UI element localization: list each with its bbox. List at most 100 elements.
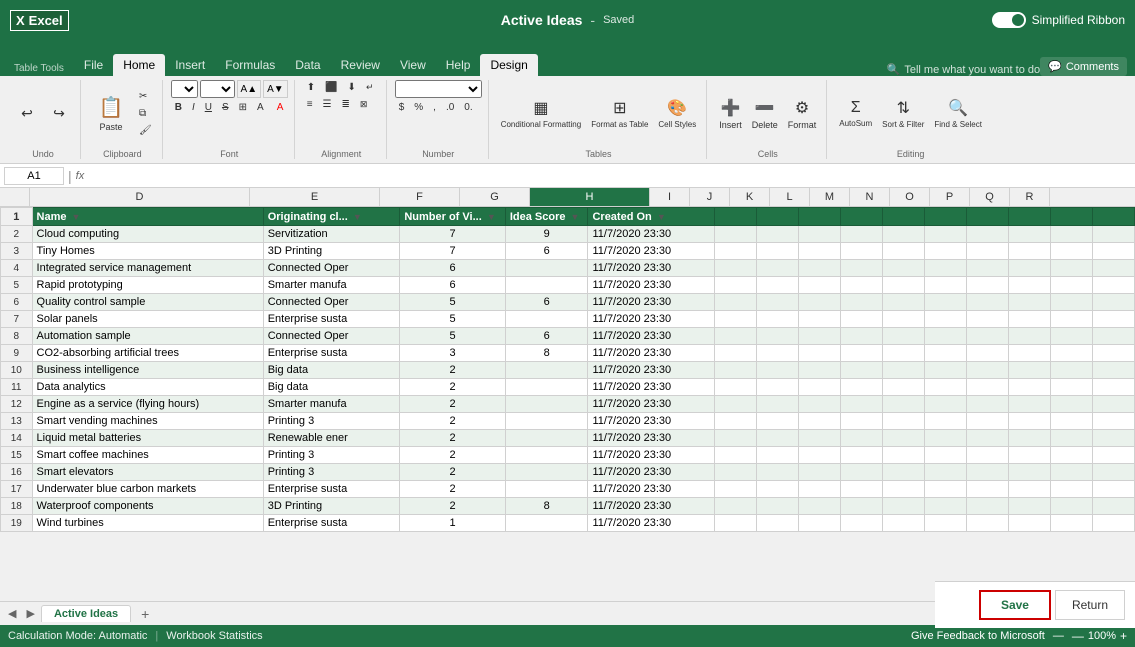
find-select-button[interactable]: 🔍 Find & Select: [930, 96, 986, 131]
cell-n-7[interactable]: [924, 311, 966, 328]
col-header-p[interactable]: P: [930, 188, 970, 206]
cell-originating-8[interactable]: Connected Oper: [263, 328, 400, 345]
cell-j-10[interactable]: [756, 362, 798, 379]
cell-p-10[interactable]: [1008, 362, 1050, 379]
wrap-text-button[interactable]: ↵: [362, 80, 378, 95]
cell-ideascore-14[interactable]: [505, 430, 588, 447]
cell-k-16[interactable]: [798, 464, 840, 481]
copy-button[interactable]: ⧉: [135, 106, 156, 121]
zoom-plus-button[interactable]: +: [1120, 629, 1127, 643]
cell-m-11[interactable]: [882, 379, 924, 396]
cell-originating-17[interactable]: Enterprise susta: [263, 481, 400, 498]
conditional-formatting-button[interactable]: ▦ Conditional Formatting: [497, 96, 585, 131]
cell-name-17[interactable]: Underwater blue carbon markets: [32, 481, 263, 498]
cell-r-15[interactable]: [1092, 447, 1134, 464]
cell-o-9[interactable]: [966, 345, 1008, 362]
cell-createdon-17[interactable]: 11/7/2020 23:30: [588, 481, 714, 498]
cell-createdon-9[interactable]: 11/7/2020 23:30: [588, 345, 714, 362]
cell-m-18[interactable]: [882, 498, 924, 515]
cell-numvotes-6[interactable]: 5: [400, 294, 506, 311]
cell-m-17[interactable]: [882, 481, 924, 498]
percent-button[interactable]: %: [410, 100, 427, 115]
cell-originating-3[interactable]: 3D Printing: [263, 243, 400, 260]
cell-k-8[interactable]: [798, 328, 840, 345]
border-button[interactable]: ⊞: [235, 100, 251, 115]
col-header-o[interactable]: O: [890, 188, 930, 206]
cell-r-5[interactable]: [1092, 277, 1134, 294]
cell-name-9[interactable]: CO2-absorbing artificial trees: [32, 345, 263, 362]
cell-q-12[interactable]: [1050, 396, 1092, 413]
cell-l-10[interactable]: [840, 362, 882, 379]
cell-k-9[interactable]: [798, 345, 840, 362]
cell-m-19[interactable]: [882, 515, 924, 532]
col-header-r[interactable]: R: [1010, 188, 1050, 206]
cell-q-19[interactable]: [1050, 515, 1092, 532]
cell-k-14[interactable]: [798, 430, 840, 447]
col-header-g[interactable]: G: [460, 188, 530, 206]
cell-name-4[interactable]: Integrated service management: [32, 260, 263, 277]
cell-originating-14[interactable]: Renewable ener: [263, 430, 400, 447]
cell-k-13[interactable]: [798, 413, 840, 430]
tell-me-box[interactable]: 🔍 Tell me what you want to do: [887, 63, 1040, 76]
col-numvotes-header[interactable]: Number of Vi... ▼: [400, 208, 506, 226]
cell-q-11[interactable]: [1050, 379, 1092, 396]
cell-originating-6[interactable]: Connected Oper: [263, 294, 400, 311]
cell-originating-16[interactable]: Printing 3: [263, 464, 400, 481]
cell-o-14[interactable]: [966, 430, 1008, 447]
cell-createdon-5[interactable]: 11/7/2020 23:30: [588, 277, 714, 294]
merge-center-button[interactable]: ⊠: [356, 97, 372, 112]
cell-k-2[interactable]: [798, 226, 840, 243]
cell-i-7[interactable]: [714, 311, 756, 328]
cell-j-6[interactable]: [756, 294, 798, 311]
cell-k-6[interactable]: [798, 294, 840, 311]
add-sheet-button[interactable]: +: [133, 604, 157, 624]
cell-n-19[interactable]: [924, 515, 966, 532]
cell-numvotes-5[interactable]: 6: [400, 277, 506, 294]
cell-n-4[interactable]: [924, 260, 966, 277]
cell-numvotes-4[interactable]: 6: [400, 260, 506, 277]
cell-q-3[interactable]: [1050, 243, 1092, 260]
autosum-button[interactable]: Σ AutoSum: [835, 97, 876, 130]
cell-n-6[interactable]: [924, 294, 966, 311]
cell-numvotes-3[interactable]: 7: [400, 243, 506, 260]
name-filter-arrow[interactable]: ▼: [72, 212, 81, 222]
cell-j-5[interactable]: [756, 277, 798, 294]
cell-q-17[interactable]: [1050, 481, 1092, 498]
cell-o-18[interactable]: [966, 498, 1008, 515]
table-row[interactable]: 3 Tiny Homes 3D Printing 7 6 11/7/2020 2…: [1, 243, 1135, 260]
cell-j-4[interactable]: [756, 260, 798, 277]
cell-l-9[interactable]: [840, 345, 882, 362]
cell-r-9[interactable]: [1092, 345, 1134, 362]
save-button[interactable]: Save: [979, 590, 1051, 620]
cell-q-2[interactable]: [1050, 226, 1092, 243]
cell-m-15[interactable]: [882, 447, 924, 464]
tab-review[interactable]: Review: [331, 54, 390, 76]
cell-l-15[interactable]: [840, 447, 882, 464]
workbook-stats-button[interactable]: Workbook Statistics: [166, 630, 262, 642]
cell-q-15[interactable]: [1050, 447, 1092, 464]
cell-numvotes-17[interactable]: 2: [400, 481, 506, 498]
table-row[interactable]: 18 Waterproof components 3D Printing 2 8…: [1, 498, 1135, 515]
cell-originating-15[interactable]: Printing 3: [263, 447, 400, 464]
cell-k-5[interactable]: [798, 277, 840, 294]
cell-r-13[interactable]: [1092, 413, 1134, 430]
cell-l-7[interactable]: [840, 311, 882, 328]
cell-k-4[interactable]: [798, 260, 840, 277]
align-center-button[interactable]: ☰: [319, 97, 336, 112]
cell-j-15[interactable]: [756, 447, 798, 464]
table-row[interactable]: 4 Integrated service management Connecte…: [1, 260, 1135, 277]
cell-i-9[interactable]: [714, 345, 756, 362]
sheet-nav-prev[interactable]: ◀: [4, 605, 20, 622]
cell-l-13[interactable]: [840, 413, 882, 430]
cell-q-13[interactable]: [1050, 413, 1092, 430]
delete-cells-button[interactable]: ➖ Delete: [748, 96, 782, 132]
cell-name-12[interactable]: Engine as a service (flying hours): [32, 396, 263, 413]
cell-q-10[interactable]: [1050, 362, 1092, 379]
cell-o-16[interactable]: [966, 464, 1008, 481]
italic-button[interactable]: I: [188, 100, 199, 115]
paste-button[interactable]: 📋 Paste: [89, 91, 133, 136]
cell-q-7[interactable]: [1050, 311, 1092, 328]
cell-ideascore-2[interactable]: 9: [505, 226, 588, 243]
align-bottom-button[interactable]: ⬇: [344, 80, 360, 95]
cell-k-12[interactable]: [798, 396, 840, 413]
